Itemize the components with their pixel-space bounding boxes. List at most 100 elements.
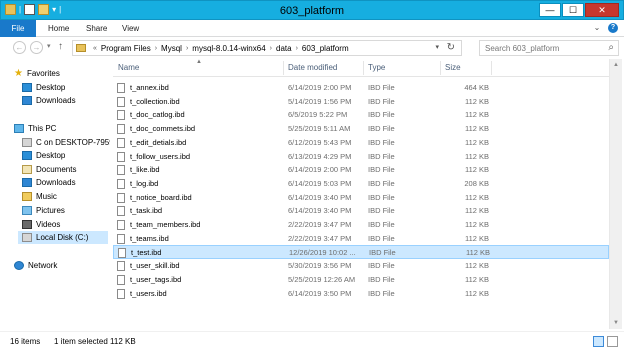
file-size: 112 KB	[464, 110, 489, 120]
help-icon[interactable]: ?	[608, 23, 618, 33]
item-count: 16 items	[10, 337, 41, 346]
file-name: t_user_skill.ibd	[130, 261, 180, 271]
file-row[interactable]: t_doc_commets.ibd 5/25/2019 5:11 AM IBD Fi…	[113, 122, 609, 136]
nav-pictures[interactable]: Pictures	[22, 204, 65, 217]
address-bar[interactable]: « Program Files › Mysql › mysql-8.0.14-w…	[72, 40, 462, 56]
column-size[interactable]: Size	[445, 63, 461, 72]
nav-music[interactable]: Music	[22, 190, 57, 203]
nav-favorites-downloads[interactable]: Downloads	[22, 94, 76, 107]
sort-ascending-icon: ▲	[196, 59, 202, 65]
breadcrumb-mysql[interactable]: Mysql	[161, 44, 182, 53]
nav-favorites[interactable]: ★ Favorites	[14, 67, 60, 80]
tab-share[interactable]: Share	[78, 20, 115, 37]
recent-locations-icon[interactable]: ▾	[47, 42, 51, 50]
scroll-up-icon[interactable]: ▲	[613, 62, 619, 68]
file-row[interactable]: t_task.ibd 6/14/2019 3:40 PM IBD File 112 K…	[113, 204, 609, 218]
file-type: IBD File	[368, 83, 395, 92]
ribbon-tabs: File Home Share View ⌄ ?	[0, 20, 624, 37]
nav-network-drive[interactable]: C on DESKTOP-7959	[22, 136, 110, 149]
file-icon	[117, 206, 125, 217]
file-row[interactable]: t_test.ibd 12/26/2019 10:02 ... IBD File 11…	[113, 245, 609, 260]
file-size: 112 KB	[464, 261, 489, 271]
search-icon[interactable]: ⌕	[608, 42, 614, 53]
file-date-modified: 2/22/2019 3:47 PM	[288, 233, 352, 243]
file-row[interactable]: t_doc_catlog.ibd 6/5/2019 5:22 PM IBD File…	[113, 108, 609, 122]
breadcrumb-data[interactable]: data	[276, 44, 292, 53]
file-type: IBD File	[368, 192, 395, 202]
computer-icon	[14, 124, 24, 133]
nav-favorites-desktop[interactable]: Desktop	[22, 81, 65, 94]
star-icon: ★	[14, 67, 23, 79]
file-type: IBD File	[368, 110, 395, 120]
file-date-modified: 2/22/2019 3:47 PM	[288, 220, 352, 229]
back-button[interactable]: ←	[13, 41, 26, 54]
file-icon	[117, 261, 125, 272]
scroll-down-icon[interactable]: ▼	[613, 320, 619, 326]
file-name: t_test.ibd	[131, 248, 162, 258]
file-size: 112 KB	[464, 124, 489, 134]
large-icons-view-icon[interactable]	[607, 336, 618, 347]
file-size: 112 KB	[464, 137, 489, 147]
file-date-modified: 6/14/2019 5:03 PM	[288, 178, 352, 188]
file-name: t_user_tags.ibd	[130, 274, 182, 284]
search-input[interactable]: Search 603_platform	[485, 44, 559, 53]
file-row[interactable]: t_user_tags.ibd 5/25/2019 12:26 AM IBD Fil…	[113, 273, 609, 287]
up-arrow-icon[interactable]: ↑	[58, 41, 63, 52]
close-button[interactable]: ✕	[585, 3, 619, 17]
breadcrumb-mysql-version[interactable]: mysql-8.0.14-winx64	[192, 44, 265, 53]
column-name[interactable]: Name	[118, 63, 139, 72]
tab-home[interactable]: Home	[40, 20, 77, 37]
file-icon	[117, 83, 125, 93]
column-type[interactable]: Type	[368, 63, 385, 72]
file-date-modified: 6/14/2019 3:40 PM	[288, 206, 352, 216]
nav-local-disk[interactable]: Local Disk (C:)	[18, 231, 108, 244]
expand-ribbon-icon[interactable]: ⌄	[592, 23, 602, 33]
file-row[interactable]: t_annex.ibd 6/14/2019 2:00 PM IBD File 464 …	[113, 81, 609, 95]
vertical-scrollbar[interactable]: ▲ ▼	[609, 59, 622, 329]
file-name: t_team_members.ibd	[130, 220, 201, 229]
nav-downloads[interactable]: Downloads	[22, 176, 76, 189]
breadcrumb-603-platform[interactable]: 603_platform	[302, 44, 349, 53]
nav-documents[interactable]: Documents	[22, 163, 76, 176]
file-type: IBD File	[368, 220, 395, 229]
file-row[interactable]: t_follow_users.ibd 6/13/2019 4:29 PM IBD F…	[113, 150, 609, 164]
file-row[interactable]: t_user_skill.ibd 5/30/2019 3:56 PM IBD Fil…	[113, 259, 609, 273]
file-row[interactable]: t_collection.ibd 5/14/2019 1:56 PM IBD Fil…	[113, 95, 609, 109]
nav-this-pc[interactable]: This PC	[14, 122, 56, 135]
minimize-button[interactable]: —	[539, 3, 561, 17]
file-row[interactable]: t_users.ibd 6/14/2019 3:50 PM IBD File 112 …	[113, 287, 609, 301]
file-row[interactable]: t_edit_detials.ibd 6/12/2019 5:43 PM IBD F…	[113, 136, 609, 150]
file-row[interactable]: t_notice_board.ibd 6/14/2019 3:40 PM IBD F…	[113, 191, 609, 205]
file-type: IBD File	[368, 178, 395, 188]
details-view-icon[interactable]	[593, 336, 604, 347]
file-date-modified: 5/14/2019 1:56 PM	[288, 96, 352, 106]
file-date-modified: 6/14/2019 2:00 PM	[288, 165, 352, 175]
downloads-icon	[22, 96, 32, 105]
tab-file[interactable]: File	[0, 20, 36, 37]
address-dropdown-icon[interactable]: ▾	[435, 43, 439, 51]
file-size: 112 KB	[464, 233, 489, 243]
file-row[interactable]: t_teams.ibd 2/22/2019 3:47 PM IBD File 112 …	[113, 232, 609, 246]
refresh-icon[interactable]: ↻	[447, 42, 455, 53]
file-date-modified: 12/26/2019 10:02 ...	[289, 248, 356, 258]
search-box[interactable]: Search 603_platform ⌕	[479, 40, 619, 56]
file-row[interactable]: t_team_members.ibd 2/22/2019 3:47 PM IBD F…	[113, 218, 609, 232]
breadcrumb-program-files[interactable]: Program Files	[101, 44, 151, 53]
nav-videos[interactable]: Videos	[22, 218, 60, 231]
file-row[interactable]: t_like.ibd 6/14/2019 2:00 PM IBD File 112 K…	[113, 163, 609, 177]
file-size: 112 KB	[464, 192, 489, 202]
file-icon	[117, 151, 125, 162]
forward-button[interactable]: →	[30, 41, 43, 54]
maximize-button[interactable]: ☐	[562, 3, 584, 17]
window-title: 603_platform	[279, 5, 345, 17]
file-type: IBD File	[368, 137, 395, 147]
column-headers: ▲ Name Date modified Type Size	[113, 59, 609, 77]
file-row[interactable]: t_log.ibd 6/14/2019 5:03 PM IBD File 208 KB	[113, 177, 609, 191]
tab-view[interactable]: View	[114, 20, 147, 37]
file-type: IBD File	[368, 288, 395, 298]
file-type: IBD File	[368, 274, 395, 284]
column-date-modified[interactable]: Date modified	[288, 63, 337, 72]
videos-icon	[22, 220, 32, 229]
nav-desktop[interactable]: Desktop	[22, 149, 65, 162]
nav-network[interactable]: Network	[14, 259, 57, 272]
